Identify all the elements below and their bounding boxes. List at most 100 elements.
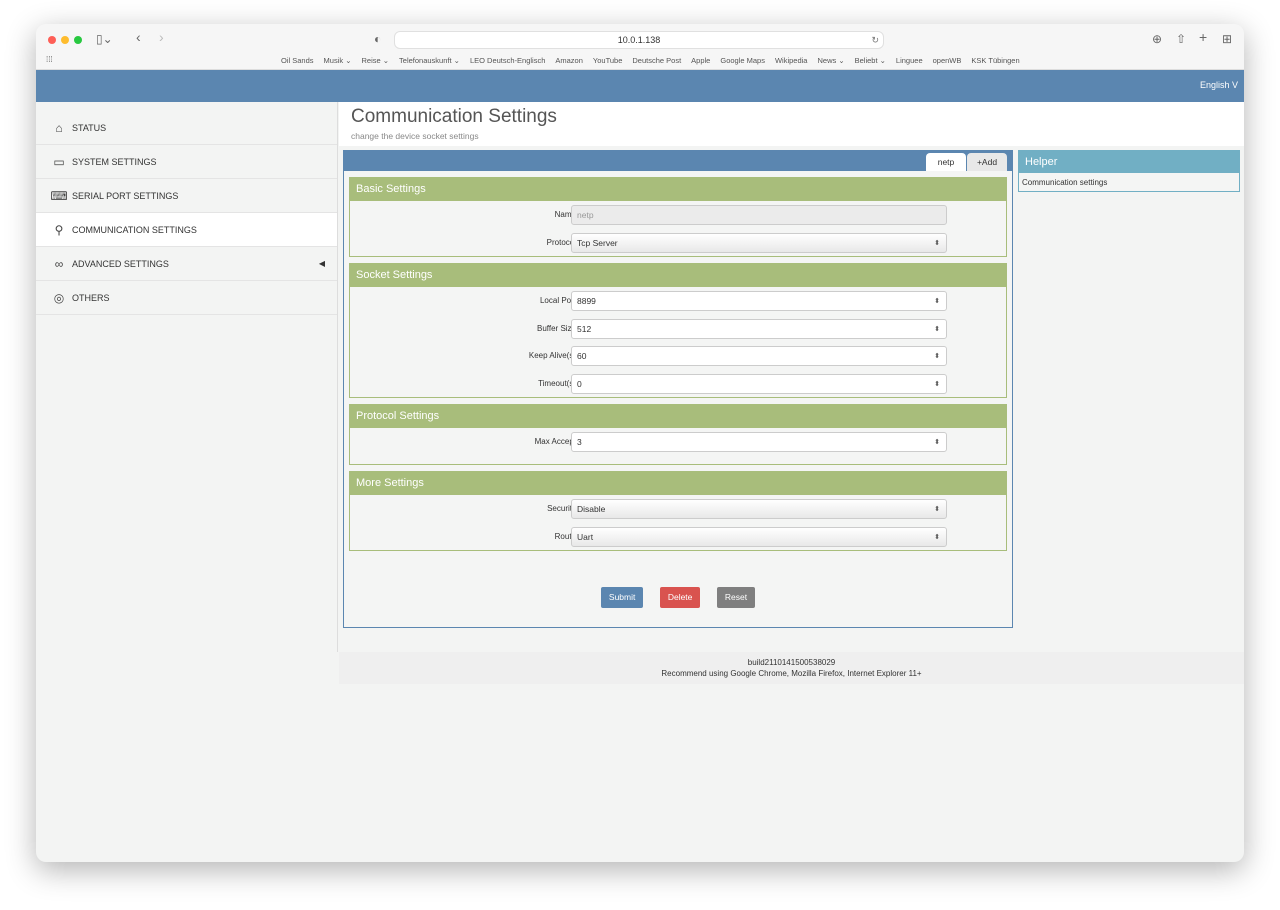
sidebar-item-advanced-settings[interactable]: ∞ ADVANCED SETTINGS ◀ bbox=[36, 247, 337, 281]
helper-title: Helper bbox=[1019, 151, 1239, 173]
select-arrows-icon: ⬍ bbox=[934, 239, 940, 247]
bookmark-link[interactable]: Deutsche Post bbox=[632, 56, 681, 65]
tab-overview-icon[interactable]: ⊞ bbox=[1222, 32, 1232, 46]
sidebar-item-status[interactable]: ⌂ STATUS bbox=[36, 111, 337, 145]
timeout-value: 0 bbox=[577, 378, 582, 389]
address-bar[interactable]: 10.0.1.138 ↻ bbox=[394, 31, 884, 49]
delete-button[interactable]: Delete bbox=[659, 587, 701, 608]
select-arrows-icon: ⬍ bbox=[934, 506, 940, 513]
sidebar-item-label: COMMUNICATION SETTINGS bbox=[72, 224, 197, 235]
bookmark-link[interactable]: Apple bbox=[691, 56, 710, 65]
local-port-value: 8899 bbox=[577, 296, 596, 306]
bookmark-link[interactable]: Wikipedia bbox=[775, 56, 808, 65]
more-settings-section: More Settings Security Disable ⬍ Route Uart… bbox=[349, 471, 1007, 551]
settings-panel: netp +Add Basic Settings Name netp Protoc… bbox=[343, 150, 1013, 628]
top-header: English V bbox=[36, 70, 1244, 102]
caret-left-icon: ◀ bbox=[318, 259, 325, 268]
name-label: Name bbox=[554, 210, 576, 219]
security-value: Disable bbox=[577, 504, 606, 514]
local-port-input[interactable]: 8899 ⬍ bbox=[571, 291, 947, 311]
bookmark-link[interactable]: LEO Deutsch-Englisch bbox=[470, 56, 545, 65]
globe-icon: ◎ bbox=[53, 290, 65, 305]
language-selector[interactable]: English V bbox=[1200, 80, 1238, 90]
url-text: 10.0.1.138 bbox=[617, 35, 661, 45]
bookmark-link[interactable]: Reise ⌄ bbox=[361, 56, 389, 65]
tab-netp[interactable]: netp bbox=[926, 153, 966, 171]
bookmark-link[interactable]: Google Maps bbox=[720, 56, 765, 65]
sidebar-item-label: ADVANCED SETTINGS bbox=[72, 258, 169, 269]
keep-alive-input[interactable]: 60 ⬍ bbox=[571, 346, 947, 366]
sidebar-item-system-settings[interactable]: ▭ SYSTEM SETTINGS bbox=[36, 145, 337, 179]
local-port-label: Local Port bbox=[539, 296, 576, 305]
browser-recommendation: Recommend using Google Chrome, Mozilla F… bbox=[661, 669, 922, 678]
bookmark-link[interactable]: News ⌄ bbox=[817, 56, 844, 65]
page-subtitle: change the device socket settings bbox=[351, 131, 479, 141]
bookmark-link[interactable]: YouTube bbox=[593, 56, 622, 65]
max-accept-value: 3 bbox=[577, 437, 582, 447]
sidebar-item-others[interactable]: ◎ OTHERS bbox=[36, 281, 337, 315]
bookmark-link[interactable]: KSK Tübingen bbox=[971, 56, 1019, 65]
helper-panel: Helper Communication settings bbox=[1018, 150, 1240, 192]
section-title: Socket Settings bbox=[350, 264, 1006, 287]
bookmark-link[interactable]: openWB bbox=[933, 56, 962, 65]
build-number: build2110141500538029 bbox=[747, 658, 836, 667]
monitor-icon: ▭ bbox=[53, 154, 65, 169]
route-value: Uart bbox=[577, 531, 594, 542]
section-title: More Settings bbox=[350, 472, 1006, 495]
spinner-icon[interactable]: ⬍ bbox=[934, 347, 940, 366]
reload-icon[interactable]: ↻ bbox=[871, 32, 879, 49]
security-select[interactable]: Disable ⬍ bbox=[571, 499, 947, 519]
bookmark-link[interactable]: Telefonauskunft ⌄ bbox=[399, 56, 460, 65]
terminal-icon: ⌨ bbox=[50, 188, 68, 203]
spinner-icon[interactable]: ⬍ bbox=[934, 292, 940, 311]
new-tab-icon[interactable]: + bbox=[1199, 29, 1207, 45]
sidebar-item-label: OTHERS bbox=[72, 292, 110, 303]
sidebar-item-serial-port-settings[interactable]: ⌨ SERIAL PORT SETTINGS bbox=[36, 179, 337, 213]
bookmark-link[interactable]: Oil Sands bbox=[281, 56, 314, 65]
route-select[interactable]: Uart ⬍ bbox=[571, 526, 947, 547]
bookmark-link[interactable]: Musik ⌄ bbox=[324, 56, 352, 65]
maximize-window-button[interactable] bbox=[74, 36, 82, 44]
timeout-input[interactable]: 0 ⬍ bbox=[571, 373, 947, 394]
page-title: Communication Settings bbox=[351, 106, 557, 127]
protocol-select[interactable]: Tcp Server ⬍ bbox=[571, 232, 947, 253]
protocol-value: Tcp Server bbox=[577, 237, 618, 248]
tab-add[interactable]: +Add bbox=[967, 153, 1007, 171]
spinner-icon[interactable]: ⬍ bbox=[934, 320, 940, 339]
sidebar-item-communication-settings[interactable]: ⚲ COMMUNICATION SETTINGS bbox=[36, 213, 337, 247]
max-accept-input[interactable]: 3 ⬍ bbox=[571, 432, 947, 452]
page-header: Communication Settings change the device… bbox=[339, 102, 1244, 146]
socket-settings-section: Socket Settings Local Port 8899 ⬍ Buffer S… bbox=[349, 263, 1007, 398]
reset-button[interactable]: Reset bbox=[716, 587, 756, 608]
section-title: Protocol Settings bbox=[350, 405, 1006, 428]
max-accept-label: Max Accept bbox=[534, 437, 576, 446]
buffer-size-input[interactable]: 512 ⬍ bbox=[571, 318, 947, 339]
download-icon[interactable]: ⊕ bbox=[1152, 32, 1162, 46]
buffer-size-label: Buffer Size bbox=[537, 323, 576, 333]
bookmark-link[interactable]: Linguee bbox=[896, 56, 923, 65]
protocol-label: Protocol bbox=[546, 237, 576, 247]
basic-settings-section: Basic Settings Name netp Protocol Tcp Serv… bbox=[349, 177, 1007, 257]
route-label: Route bbox=[554, 531, 576, 541]
back-icon[interactable]: ‹ bbox=[136, 29, 141, 45]
spinner-icon[interactable]: ⬍ bbox=[934, 375, 940, 394]
timeout-label: Timeout(s) bbox=[538, 378, 576, 388]
section-title: Basic Settings bbox=[350, 178, 1006, 201]
select-arrows-icon: ⬍ bbox=[934, 533, 940, 541]
share-icon[interactable]: ⇧ bbox=[1176, 32, 1186, 46]
sidebar-toggle-icon[interactable]: ▯⌄ bbox=[96, 32, 113, 46]
submit-button[interactable]: Submit bbox=[600, 587, 644, 608]
bookmarks-bar: Oil Sands Musik ⌄ Reise ⌄ Telefonauskunft ⌄… bbox=[281, 56, 1020, 65]
buffer-size-value: 512 bbox=[577, 323, 592, 334]
bookmark-link[interactable]: Amazon bbox=[555, 56, 583, 65]
close-window-button[interactable] bbox=[48, 36, 56, 44]
panel-tab-bar: netp +Add bbox=[344, 151, 1012, 171]
bookmarks-grid-icon[interactable]: ⁞⁞⁞ bbox=[46, 55, 53, 64]
sidebar-item-label: SERIAL PORT SETTINGS bbox=[72, 190, 179, 201]
spinner-icon[interactable]: ⬍ bbox=[934, 433, 940, 452]
bookmark-link[interactable]: Beliebt ⌄ bbox=[855, 56, 886, 65]
keep-alive-value: 60 bbox=[577, 351, 587, 361]
minimize-window-button[interactable] bbox=[61, 36, 69, 44]
forward-icon[interactable]: › bbox=[159, 29, 164, 45]
name-input[interactable]: netp bbox=[571, 205, 947, 225]
